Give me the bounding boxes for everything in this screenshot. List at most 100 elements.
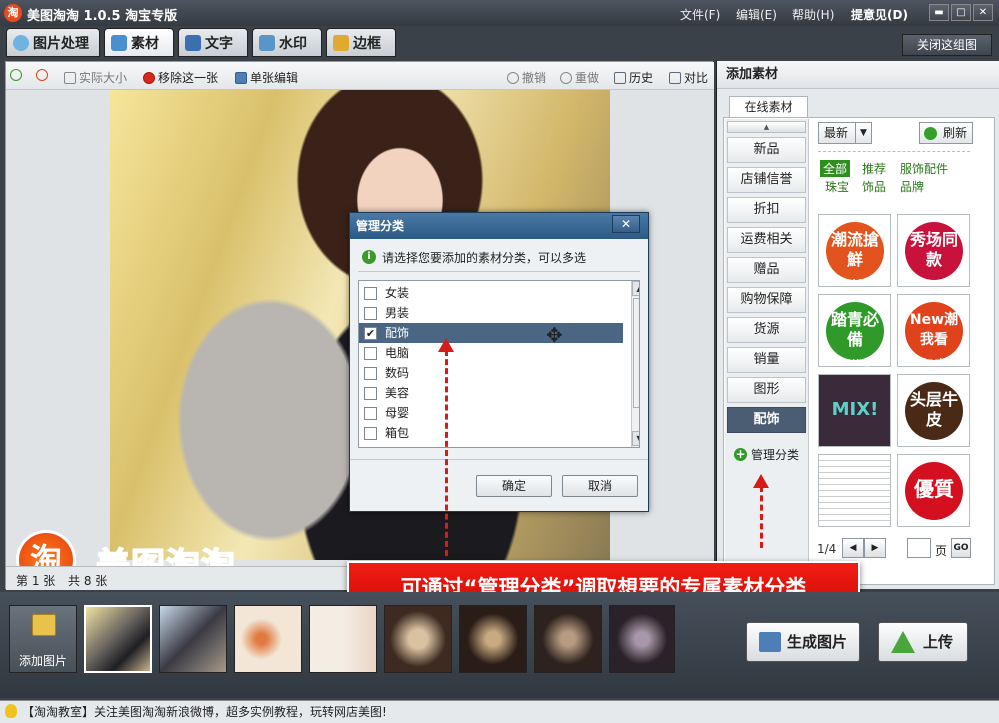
photo-strip-item[interactable]	[534, 605, 602, 673]
zoom-in-button[interactable]	[10, 69, 22, 81]
checklist-item[interactable]: 男装	[359, 303, 623, 323]
upload-button[interactable]: 上传	[878, 622, 968, 662]
filter-ornament[interactable]: 饰品	[862, 178, 886, 195]
minimize-button[interactable]: ▬	[929, 4, 949, 21]
redo-button[interactable]: 重做	[560, 69, 599, 86]
material-thumbnail[interactable]: 潮流搶鮮 Fashion	[818, 214, 891, 287]
menu-edit[interactable]: 编辑(E)	[736, 6, 777, 23]
category-item[interactable]: 销量	[727, 347, 806, 373]
photo-strip-item-active[interactable]	[84, 605, 152, 673]
tab-image-processing[interactable]: 图片处理	[6, 28, 100, 57]
add-photo-button[interactable]: 添加图片	[9, 605, 77, 673]
maximize-button[interactable]: □	[951, 4, 971, 21]
checklist-item[interactable]: 母婴	[359, 403, 623, 423]
material-thumbnail[interactable]: text	[818, 454, 891, 527]
footer-tip[interactable]: 【淘淘教室】关注美图淘淘新浪微博，超多实例教程，玩转网店美图!	[0, 700, 999, 723]
scroll-up-icon[interactable]: ▲	[632, 281, 639, 296]
compare-icon	[669, 71, 681, 84]
prev-page-button[interactable]: ◀	[842, 538, 864, 558]
checkbox[interactable]	[364, 307, 377, 320]
filter-jewelry[interactable]: 珠宝	[825, 178, 849, 195]
tab-border[interactable]: 边框	[326, 28, 396, 57]
scroll-down-icon[interactable]: ▼	[632, 431, 639, 446]
scrollbar-thumb[interactable]	[633, 298, 639, 408]
checkbox[interactable]	[364, 287, 377, 300]
checkbox[interactable]	[364, 347, 377, 360]
compare-button[interactable]: 对比	[669, 69, 708, 86]
checklist-item[interactable]: 箱包	[359, 423, 623, 443]
photo-strip-item[interactable]	[309, 605, 377, 673]
category-item-active[interactable]: 配饰	[727, 407, 806, 433]
checklist-item[interactable]: 美容	[359, 383, 623, 403]
history-button[interactable]: 历史	[614, 69, 653, 86]
generate-image-button[interactable]: 生成图片	[746, 622, 860, 662]
photo-strip-item[interactable]	[159, 605, 227, 673]
tab-watermark[interactable]: 水印	[252, 28, 322, 57]
tab-material[interactable]: 素材	[104, 28, 174, 57]
photo-strip-item[interactable]	[459, 605, 527, 673]
material-thumbnail[interactable]: New潮我看 Look	[897, 294, 970, 367]
category-item[interactable]: 店铺信誉	[727, 167, 806, 193]
category-scroll-up-button[interactable]: ▲	[727, 121, 806, 133]
checkbox-checked[interactable]: ✔	[364, 327, 377, 340]
category-item[interactable]: 货源	[727, 317, 806, 343]
upload-icon	[891, 631, 915, 653]
photo-strip-item[interactable]	[384, 605, 452, 673]
material-thumbnail[interactable]: 優質	[897, 454, 970, 527]
checkbox[interactable]	[364, 367, 377, 380]
checkbox[interactable]	[364, 427, 377, 440]
manage-category-link[interactable]: + 管理分类	[734, 446, 799, 463]
category-item[interactable]: 赠品	[727, 257, 806, 283]
material-thumbnail[interactable]: MIX!	[818, 374, 891, 447]
checklist-label: 美容	[385, 386, 410, 400]
close-group-button[interactable]: 关闭这组图	[902, 34, 992, 56]
history-label: 历史	[629, 71, 654, 85]
edit-icon	[235, 71, 247, 84]
dialog-close-button[interactable]: ✕	[612, 215, 640, 233]
next-page-button[interactable]: ▶	[864, 538, 886, 558]
photo-strip-item[interactable]	[234, 605, 302, 673]
tab-online-material[interactable]: 在线素材	[729, 96, 808, 118]
close-window-button[interactable]: ✕	[973, 4, 993, 21]
undo-button[interactable]: 撤销	[507, 69, 546, 86]
menu-feedback[interactable]: 提意见(D)	[851, 6, 908, 23]
sort-dropdown[interactable]: 最新 ▼	[818, 122, 872, 144]
single-edit-button[interactable]: 单张编辑	[235, 69, 298, 86]
filter-brand[interactable]: 品牌	[900, 178, 924, 195]
checklist-item-selected[interactable]: ✔ 配饰	[359, 323, 623, 343]
material-thumbnail[interactable]: 秀场同款	[897, 214, 970, 287]
category-item[interactable]: 图形	[727, 377, 806, 403]
material-badge: 头层牛皮	[905, 382, 963, 440]
scrollbar[interactable]: ▲ ▼	[631, 281, 639, 447]
menu-help[interactable]: 帮助(H)	[792, 6, 834, 23]
material-thumbnail[interactable]: 踏青必備 Outing	[818, 294, 891, 367]
cancel-button[interactable]: 取消	[562, 475, 638, 497]
refresh-button[interactable]: 刷新	[919, 122, 973, 144]
checkbox[interactable]	[364, 387, 377, 400]
sort-value: 最新	[824, 126, 849, 140]
material-badge: 優質	[905, 462, 963, 520]
category-item[interactable]: 购物保障	[727, 287, 806, 313]
checklist-item[interactable]: 电脑	[359, 343, 623, 363]
category-item[interactable]: 新品	[727, 137, 806, 163]
category-item[interactable]: 折扣	[727, 197, 806, 223]
confirm-button[interactable]: 确定	[476, 475, 552, 497]
photo-strip-item[interactable]	[609, 605, 675, 673]
checklist-item[interactable]: 女装	[359, 283, 623, 303]
menu-file[interactable]: 文件(F)	[680, 6, 720, 23]
zoom-out-button[interactable]	[36, 69, 48, 81]
checklist-item[interactable]: 数码	[359, 363, 623, 383]
tab-text[interactable]: 文字	[178, 28, 248, 57]
page-number-input[interactable]	[907, 538, 931, 558]
tab-label: 素材	[131, 35, 159, 52]
filter-all[interactable]: 全部	[820, 160, 851, 177]
category-item[interactable]: 运费相关	[727, 227, 806, 253]
material-thumbnail[interactable]: 头层牛皮	[897, 374, 970, 447]
actual-size-button[interactable]: 实际大小	[64, 69, 127, 86]
remove-photo-button[interactable]: 移除这一张	[143, 69, 218, 86]
checkbox[interactable]	[364, 407, 377, 420]
go-page-button[interactable]: GO	[951, 538, 971, 558]
filter-recommended[interactable]: 推荐	[862, 160, 886, 177]
filter-apparel[interactable]: 服饰配件	[900, 160, 948, 177]
plus-icon: +	[734, 447, 747, 461]
